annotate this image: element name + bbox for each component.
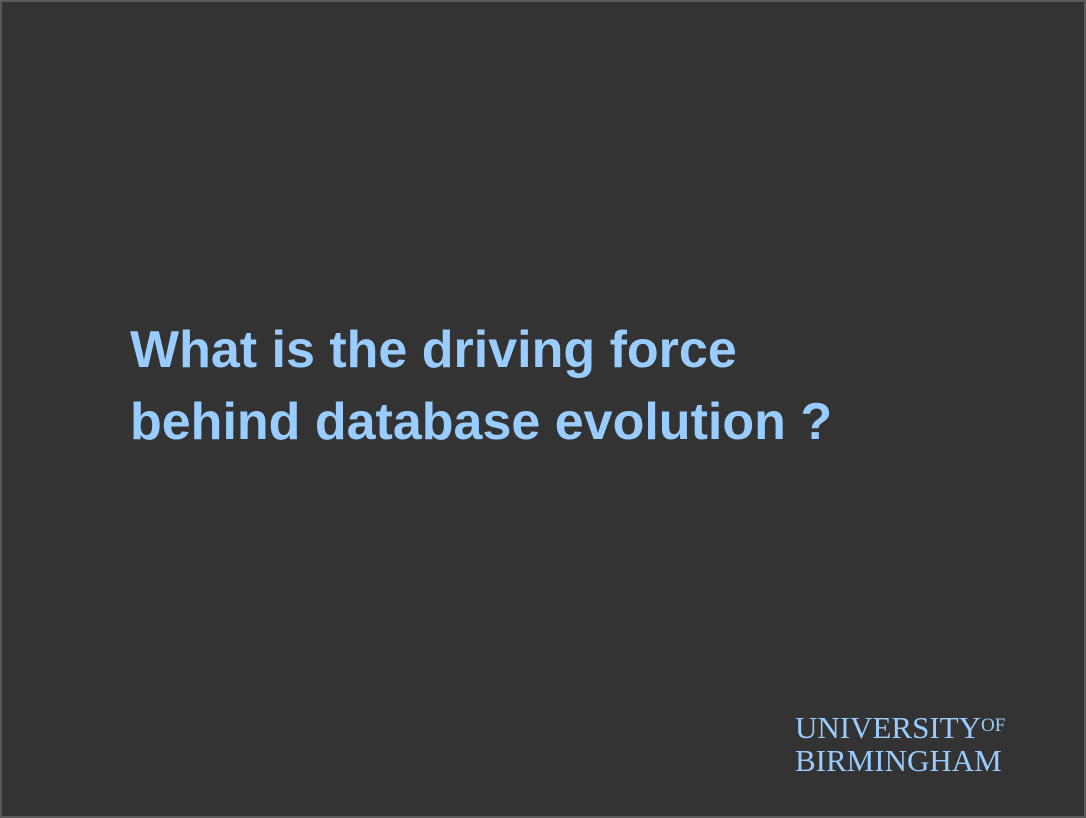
- logo-line-1: UNIVERSITYOF: [795, 709, 1005, 744]
- slide-title: What is the driving force behind databas…: [130, 314, 1030, 458]
- university-logo: UNIVERSITYOF BIRMINGHAM: [795, 709, 1005, 777]
- slide-title-line-1: What is the driving force: [130, 321, 737, 379]
- slide: What is the driving force behind databas…: [0, 0, 1086, 818]
- logo-birmingham-text: BIRMINGHAM: [795, 743, 1002, 778]
- logo-of-text: OF: [981, 715, 1006, 736]
- slide-title-line-2: behind database evolution ?: [130, 393, 833, 451]
- logo-university-text: UNIVERSITY: [795, 710, 981, 745]
